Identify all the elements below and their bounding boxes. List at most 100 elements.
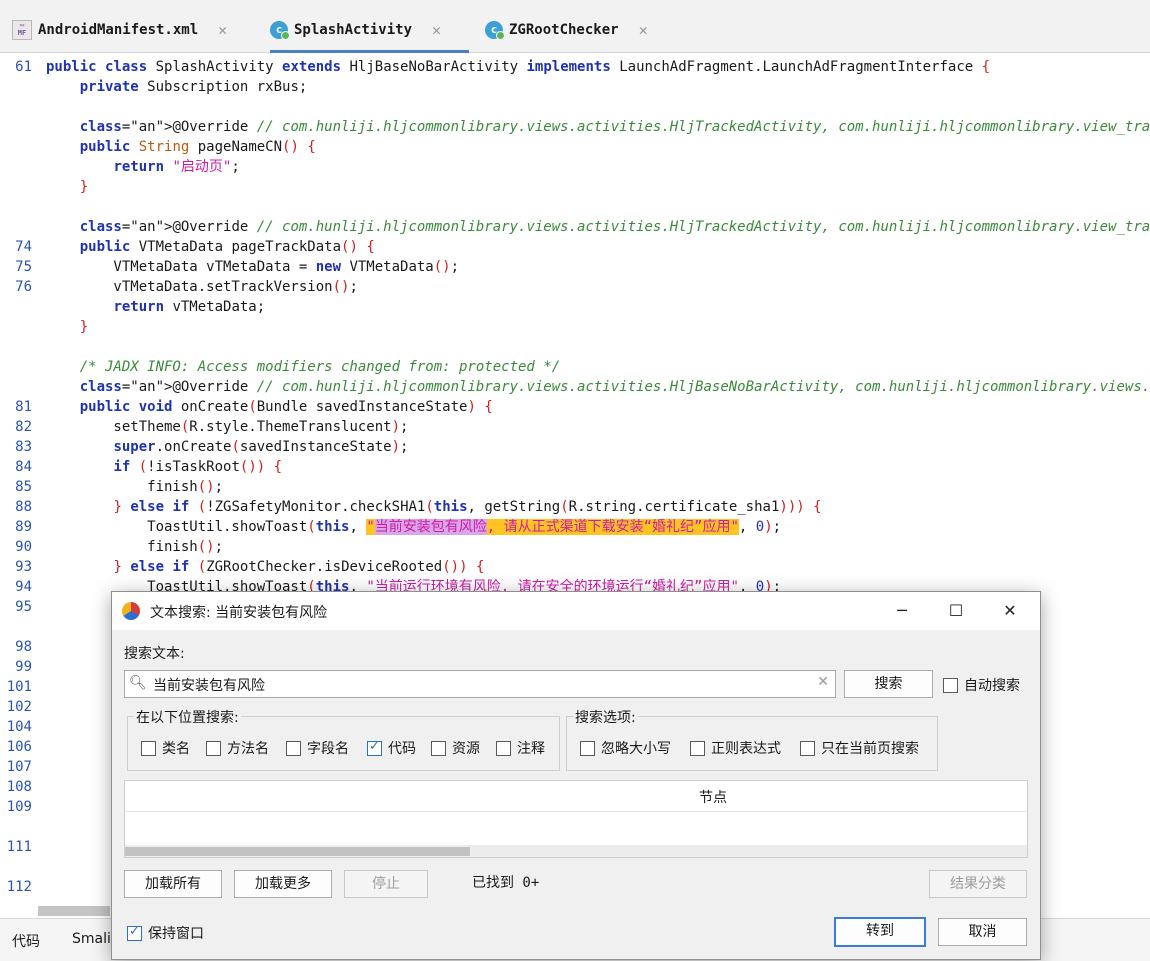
- goto-button[interactable]: 转到: [834, 917, 926, 947]
- scrollbar-thumb[interactable]: [125, 847, 470, 856]
- code-text: public String pageNameCN() {: [79, 139, 316, 155]
- close-icon[interactable]: ✕: [639, 21, 648, 39]
- ignore-case-checkbox[interactable]: 忽略大小写: [580, 738, 671, 758]
- checkbox-box: [943, 677, 958, 693]
- code-line[interactable]: 90 finish();: [0, 537, 1150, 557]
- line-number: 106: [6, 739, 32, 755]
- code-line[interactable]: 81 public void onCreate(Bundle savedInst…: [0, 397, 1150, 417]
- auto-search-label: 自动搜索: [964, 678, 1020, 694]
- code-line[interactable]: }: [0, 177, 1150, 197]
- code-line[interactable]: 61 public class SplashActivity extends Hl…: [0, 57, 1150, 77]
- maximize-icon[interactable]: ☐: [936, 598, 976, 624]
- code-text: return vTMetaData;: [113, 299, 266, 315]
- results-horizontal-scrollbar[interactable]: [125, 845, 1027, 857]
- code-line[interactable]: [0, 97, 1150, 117]
- clear-icon[interactable]: ✕: [817, 674, 829, 690]
- code-line[interactable]: class="an">@Override // com.hunliji.hljc…: [0, 117, 1150, 137]
- results-header: 节点: [125, 781, 1027, 812]
- code-line[interactable]: return vTMetaData;: [0, 297, 1150, 317]
- code-line[interactable]: 85 finish();: [0, 477, 1150, 497]
- code-line[interactable]: public String pageNameCN() {: [0, 137, 1150, 157]
- close-icon[interactable]: ✕: [990, 598, 1030, 624]
- search-input[interactable]: 🔍︎ 当前安装包有风险 ✕: [124, 670, 836, 698]
- code-line[interactable]: 84 if (!isTaskRoot()) {: [0, 457, 1150, 477]
- code-line[interactable]: private Subscription rxBus;: [0, 77, 1150, 97]
- code-line[interactable]: 74 public VTMetaData pageTrackData() {: [0, 237, 1150, 257]
- code-line[interactable]: class="an">@Override // com.hunliji.hljc…: [0, 377, 1150, 397]
- search-icon: 🔍︎: [129, 675, 147, 691]
- line-number: 75: [15, 259, 32, 275]
- line-number: 84: [15, 459, 32, 475]
- keep-window-checkbox[interactable]: 保持窗口: [127, 923, 204, 943]
- search-results-table[interactable]: 节点: [124, 780, 1028, 858]
- code-line[interactable]: /* JADX INFO: Access modifiers changed f…: [0, 357, 1150, 377]
- search-text-label: 搜索文本:: [124, 646, 185, 662]
- tab-splash-activity[interactable]: c SplashActivity ✕: [270, 10, 470, 53]
- class-name-checkbox[interactable]: 类名: [141, 738, 190, 758]
- code-line[interactable]: [0, 337, 1150, 357]
- group-label: 搜索选项:: [573, 707, 638, 727]
- code-text: return "启动页";: [113, 159, 240, 175]
- column-header-node: 节点: [699, 790, 727, 806]
- regex-checkbox[interactable]: 正则表达式: [690, 738, 781, 758]
- code-line[interactable]: 93 } else if (ZGRootChecker.isDeviceRoot…: [0, 557, 1150, 577]
- search-input-value: 当前安装包有风险: [153, 678, 265, 694]
- checkbox-box: [127, 924, 142, 941]
- close-icon[interactable]: ✕: [432, 21, 441, 39]
- load-all-button[interactable]: 加载所有: [124, 870, 222, 898]
- code-line[interactable]: 88 } else if (!ZGSafetyMonitor.checkSHA1…: [0, 497, 1150, 517]
- line-number: 95: [15, 599, 32, 615]
- code-line[interactable]: }: [0, 317, 1150, 337]
- code-text: }: [79, 179, 89, 195]
- tab-android-manifest[interactable]: ▭ MF AndroidManifest.xml ✕: [12, 10, 227, 50]
- code-checkbox[interactable]: 代码: [367, 738, 416, 758]
- tab-label: SplashActivity: [294, 22, 413, 38]
- code-line[interactable]: 89 ToastUtil.showToast(this, "当前安装包有风险, …: [0, 517, 1150, 537]
- search-button[interactable]: 搜索: [844, 670, 933, 698]
- code-line[interactable]: return "启动页";: [0, 157, 1150, 177]
- field-name-checkbox[interactable]: 字段名: [286, 738, 349, 758]
- line-number: 107: [6, 759, 32, 775]
- code-line[interactable]: class="an">@Override // com.hunliji.hljc…: [0, 217, 1150, 237]
- auto-search-checkbox[interactable]: 自动搜索: [943, 675, 1020, 695]
- group-label: 在以下位置搜索:: [134, 707, 241, 727]
- line-number: 108: [6, 779, 32, 795]
- load-more-button[interactable]: 加载更多: [234, 870, 332, 898]
- line-number: 61: [15, 59, 32, 75]
- code-line[interactable]: 75 VTMetaData vTMetaData = new VTMetaDat…: [0, 257, 1150, 277]
- cancel-button[interactable]: 取消: [938, 918, 1027, 946]
- stop-button[interactable]: 停止: [344, 870, 428, 898]
- code-text: class="an">@Override // com.hunliji.hljc…: [79, 119, 1150, 135]
- code-line[interactable]: [0, 197, 1150, 217]
- comment-checkbox[interactable]: 注释: [496, 738, 545, 758]
- line-number: 112: [6, 879, 32, 895]
- group-results-button[interactable]: 结果分类: [929, 870, 1027, 898]
- tab-zg-root-checker[interactable]: c ZGRootChecker ✕: [485, 10, 648, 50]
- code-text: setTheme(R.style.ThemeTranslucent);: [46, 419, 409, 435]
- code-text: vTMetaData.setTrackVersion();: [46, 279, 358, 295]
- current-page-only-checkbox[interactable]: 只在当前页搜索: [800, 738, 919, 758]
- line-number: 98: [15, 639, 32, 655]
- code-text: if (!isTaskRoot()) {: [113, 459, 283, 475]
- found-count: 已找到 0+: [472, 875, 540, 891]
- line-number: 104: [6, 719, 32, 735]
- dialog-title-bar[interactable]: 文本搜索: 当前安装包有风险 ─ ☐ ✕: [112, 592, 1040, 630]
- code-horizontal-scrollbar[interactable]: [38, 906, 110, 916]
- resource-checkbox[interactable]: 资源: [431, 738, 480, 758]
- code-text: /* JADX INFO: Access modifiers changed f…: [46, 359, 561, 375]
- tab-smali[interactable]: Smali: [72, 931, 111, 947]
- tab-code[interactable]: 代码: [12, 931, 40, 951]
- code-text: private Subscription rxBus;: [79, 79, 308, 95]
- line-number: 99: [15, 659, 32, 675]
- tab-label: AndroidManifest.xml: [38, 22, 199, 38]
- code-line[interactable]: 83 super.onCreate(savedInstanceState);: [0, 437, 1150, 457]
- code-text: VTMetaData vTMetaData = new VTMetaData()…: [46, 259, 460, 275]
- close-icon[interactable]: ✕: [218, 21, 227, 39]
- line-number: 102: [6, 699, 32, 715]
- search-location-group: 在以下位置搜索: 类名 方法名 字段名 代码 资源 注释: [127, 707, 560, 771]
- code-line[interactable]: 76 vTMetaData.setTrackVersion();: [0, 277, 1150, 297]
- method-name-checkbox[interactable]: 方法名: [206, 738, 269, 758]
- code-line[interactable]: 82 setTheme(R.style.ThemeTranslucent);: [0, 417, 1150, 437]
- code-text: class="an">@Override // com.hunliji.hljc…: [79, 219, 1150, 235]
- minimize-icon[interactable]: ─: [882, 598, 922, 624]
